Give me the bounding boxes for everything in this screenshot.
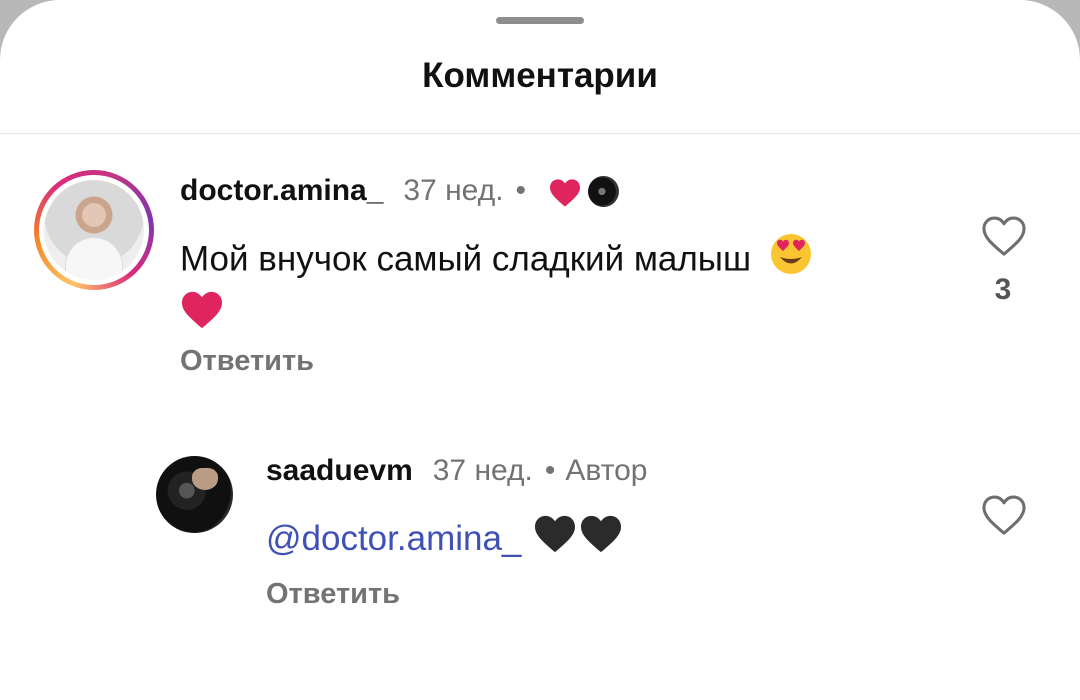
like-heart-icon[interactable] — [981, 215, 1027, 257]
avatar-image — [44, 180, 144, 280]
comments-sheet: Комментарии doctor.amina_ 37 нед. • Мой … — [0, 0, 1080, 700]
reply-text: @doctor.amina_ — [266, 514, 623, 563]
comment-meta: doctor.amina_ 37 нед. • — [180, 174, 620, 208]
black-heart-icon — [579, 514, 623, 563]
sheet-title: Комментарии — [422, 56, 658, 95]
author-label: Автор — [565, 454, 648, 487]
meta-separator: • — [515, 174, 527, 207]
drag-handle[interactable] — [496, 17, 584, 24]
meta-separator: • — [544, 454, 556, 487]
reply-username[interactable]: saaduevm — [266, 454, 413, 488]
comment-text: Мой внучок самый сладкий малыш — [180, 232, 940, 344]
red-heart-icon — [180, 290, 224, 344]
mention-link[interactable]: @doctor.amina_ — [266, 519, 521, 559]
avatar-doctor-amina[interactable] — [34, 170, 154, 290]
reply-button[interactable]: Ответить — [180, 345, 314, 378]
reply-time: 37 нед. — [432, 454, 533, 487]
author-mini-avatar — [588, 175, 620, 207]
reply-button[interactable]: Ответить — [266, 578, 400, 611]
liked-by-author-heart-icon — [548, 178, 581, 207]
comment-body: Мой внучок самый сладкий малыш — [180, 239, 752, 279]
smiling-face-with-heart-eyes-icon — [769, 232, 813, 290]
like-heart-icon[interactable] — [981, 494, 1027, 536]
like-count: 3 — [994, 273, 1012, 306]
reply-meta: saaduevm 37 нед. • Автор — [266, 454, 647, 488]
avatar-saaduevm[interactable] — [156, 456, 233, 533]
black-heart-icon — [533, 514, 577, 563]
comment-username[interactable]: doctor.amina_ — [180, 174, 383, 208]
header-divider — [0, 133, 1080, 134]
comment-time: 37 нед. — [403, 174, 504, 207]
